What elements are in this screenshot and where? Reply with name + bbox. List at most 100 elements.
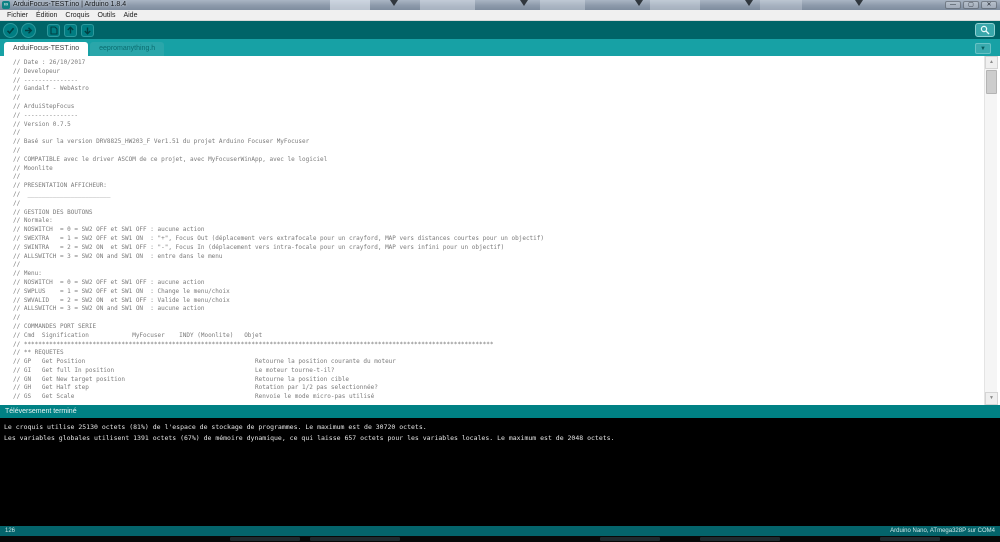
desktop-icon-silhouette (390, 0, 398, 6)
desktop-icon-silhouette (745, 0, 753, 6)
menu-item[interactable]: Édition (32, 10, 61, 21)
code-line: // (13, 146, 21, 154)
glass-reflection (760, 0, 802, 10)
code-line: // Normale: (13, 217, 53, 225)
taskbar-item[interactable] (230, 537, 300, 541)
upload-button[interactable] (21, 22, 36, 38)
scrollbar-thumb[interactable] (986, 70, 997, 94)
code-line: // Basé sur la version DRV8825_HW203_F V… (13, 138, 310, 146)
code-line: // ALLSWITCH = 3 = SW2 ON and SW1 ON : e… (13, 252, 223, 260)
code-line: // GH Get Half step Rotation par 1/2 pas… (13, 384, 378, 392)
code-line: // _______________________ (13, 190, 111, 198)
arduino-ide-window: ∞ ArduiFocus-TEST.ino | Arduino 1.8.4 — … (0, 0, 1000, 542)
code-line: // (13, 173, 21, 181)
save-sketch-button[interactable] (81, 23, 94, 37)
code-line: // GESTION DES BOUTONS (13, 208, 93, 216)
tab-bar: ArduiFocus-TEST.ino eepromanything.h ▼ (0, 39, 1000, 56)
window-controls: — ▢ ✕ (945, 1, 997, 9)
code-line: // COMPATIBLE avec le driver ASCOM de ce… (13, 155, 328, 163)
code-line: // Version 0.7.5 (13, 120, 71, 128)
console-line: Les variables globales utilisent 1391 oc… (4, 433, 615, 442)
document-icon (49, 25, 58, 35)
menu-item[interactable]: Fichier (3, 10, 32, 21)
magnifier-icon (980, 25, 990, 35)
code-line: // (13, 94, 21, 102)
taskbar-item[interactable] (600, 537, 660, 541)
arduino-app-icon: ∞ (2, 1, 10, 9)
new-sketch-button[interactable] (47, 23, 60, 37)
code-line: // GI Get full In position Le moteur tou… (13, 366, 335, 374)
code-line: // (13, 261, 21, 269)
code-text: // Date : 26/10/2017// Developeur// ----… (0, 56, 1000, 402)
menu-bar: Fichier Édition Croquis Outils Aide (0, 10, 1000, 21)
console-output: Le croquis utilise 25130 octets (81%) de… (0, 418, 1000, 526)
scroll-down-button[interactable]: ▼ (985, 392, 998, 405)
console-line: Le croquis utilise 25130 octets (81%) de… (4, 423, 427, 431)
arrow-right-icon (24, 26, 33, 35)
code-line: // SWINTRA = 2 = SW2 ON et SW1 OFF : "-"… (13, 243, 505, 251)
code-line: // Cmd Signification MyFocuser INDY (Moo… (13, 331, 263, 339)
desktop-icon-silhouette (635, 0, 643, 6)
code-line: // ** REQUETES (13, 349, 64, 357)
code-line: // --------------- (13, 111, 79, 119)
code-line: // (13, 129, 21, 137)
code-line: // NOSWITCH = 0 = SW2 OFF et SW1 OFF : a… (13, 226, 205, 234)
code-line: // Gandalf - WebAstro (13, 85, 89, 93)
code-line: // GN Get New target position Retourne l… (13, 375, 349, 383)
code-line: // --------------- (13, 76, 79, 84)
code-line: // (13, 314, 21, 322)
code-line: // ArduiStepFocus (13, 102, 75, 110)
code-line: // Moonlite (13, 164, 53, 172)
editor-tab[interactable]: ArduiFocus-TEST.ino (4, 42, 89, 56)
taskbar-item[interactable] (880, 537, 940, 541)
glass-reflection (330, 0, 370, 10)
toolbar (0, 21, 1000, 39)
code-line: // GP Get Position Retourne la position … (13, 358, 396, 366)
code-line: // SWVALID = 2 = SW2 ON et SW1 OFF : Val… (13, 296, 230, 304)
taskbar-item[interactable] (700, 537, 780, 541)
editor-scrollbar[interactable]: ▲ ▼ (984, 56, 998, 405)
menu-item[interactable]: Aide (119, 10, 141, 21)
code-line: // *************************************… (13, 340, 494, 348)
glass-reflection (420, 0, 475, 10)
title-bar: ∞ ArduiFocus-TEST.ino | Arduino 1.8.4 — … (0, 0, 1000, 10)
code-line: // NOSWITCH = 0 = SW2 OFF et SW1 OFF : a… (13, 278, 205, 286)
check-icon (6, 26, 15, 35)
code-line: // Developeur (13, 67, 60, 75)
menu-item[interactable]: Outils (94, 10, 120, 21)
tab-menu-button[interactable]: ▼ (975, 43, 991, 54)
open-sketch-button[interactable] (64, 23, 77, 37)
code-line: // Date : 26/10/2017 (13, 59, 86, 66)
arrow-down-icon (83, 26, 92, 35)
glass-reflection (650, 0, 700, 10)
serial-monitor-button[interactable] (975, 23, 995, 37)
desktop-icon-silhouette (520, 0, 528, 6)
code-line: // (13, 199, 21, 207)
line-status-bar: 126 Arduino Nano, ATmega328P sur COM4 (0, 526, 1000, 536)
code-line: // SWPLUS = 1 = SW2 OFF et SW1 ON : Chan… (13, 287, 230, 295)
taskbar-item[interactable] (310, 537, 400, 541)
close-button[interactable]: ✕ (981, 1, 997, 9)
status-bar: Téléversement terminé (0, 405, 1000, 418)
board-port-info: Arduino Nano, ATmega328P sur COM4 (890, 528, 995, 534)
windows-taskbar (0, 536, 1000, 542)
line-number: 126 (5, 528, 16, 534)
scroll-up-button[interactable]: ▲ (985, 56, 998, 69)
window-title: ArduiFocus-TEST.ino | Arduino 1.8.4 (13, 1, 127, 8)
code-line: // SWEXTRA = 1 = SW2 OFF et SW1 ON : "+"… (13, 234, 545, 242)
code-line: // Menu: (13, 270, 42, 278)
code-line: // COMMANDES PORT SERIE (13, 322, 97, 330)
glass-reflection (540, 0, 585, 10)
desktop-icon-silhouette (855, 0, 863, 6)
editor-tab[interactable]: eepromanything.h (90, 42, 165, 56)
code-editor[interactable]: // Date : 26/10/2017// Developeur// ----… (0, 56, 1000, 405)
status-message: Téléversement terminé (5, 408, 77, 415)
code-line: // PRESENTATION AFFICHEUR: (13, 182, 107, 190)
minimize-button[interactable]: — (945, 1, 961, 9)
code-line: // ALLSWITCH = 3 = SW2 ON and SW1 ON : a… (13, 305, 205, 313)
arrow-up-icon (66, 25, 75, 35)
code-line: // GS Get Scale Renvoie le mode micro-pa… (13, 393, 375, 401)
verify-button[interactable] (3, 22, 18, 38)
menu-item[interactable]: Croquis (61, 10, 93, 21)
maximize-button[interactable]: ▢ (963, 1, 979, 9)
